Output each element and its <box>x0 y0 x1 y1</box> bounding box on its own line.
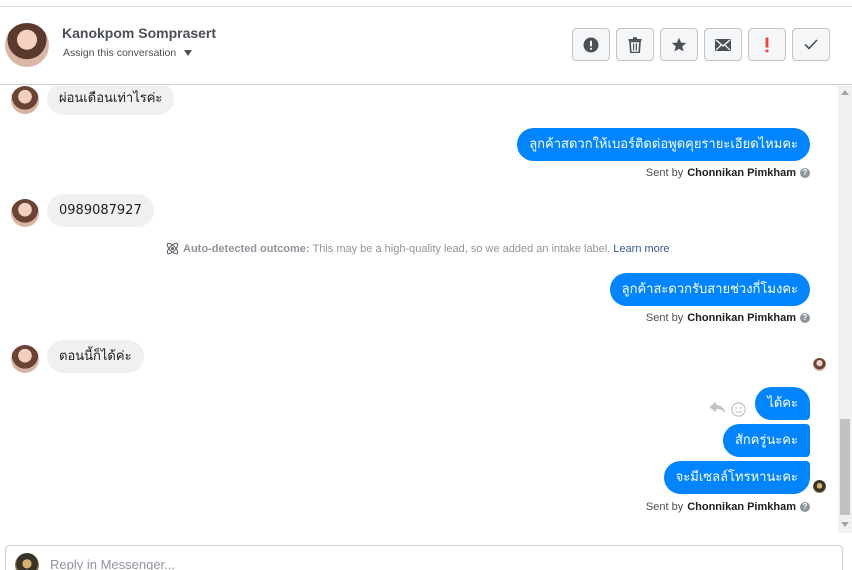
contact-message-avatar <box>11 345 39 373</box>
sent-by-prefix: Sent by <box>645 167 684 179</box>
caret-down-icon <box>184 50 193 56</box>
conversation-actions <box>572 28 830 61</box>
conversation-header: Kanokpom Somprasert Assign this conversa… <box>0 7 852 85</box>
outcome-text: This may be a high-quality lead, so we a… <box>312 242 611 255</box>
outgoing-message[interactable]: ลูกค้าสดวกให้เบอร์ติดต่อพูดคุยรายะเอียดไ… <box>517 128 810 161</box>
conversation-page: Kanokpom Somprasert Assign this conversa… <box>0 0 852 570</box>
delete-button[interactable] <box>616 28 654 61</box>
message-thread: ผ่อนเดือนเท่าไรค่ะ ลูกค้าสดวกให้เบอร์ติด… <box>0 86 838 538</box>
alert-circle-icon <box>583 37 599 52</box>
sent-by-label: Sent by Chonnikan Pimkham ? <box>646 312 810 324</box>
seen-avatar <box>813 358 826 371</box>
mark-spam-button[interactable] <box>572 28 610 61</box>
sent-by-agent: Chonnikan Pimkham <box>687 312 796 324</box>
reply-icon[interactable] <box>709 401 726 414</box>
contact-name[interactable]: Kanokpom Somprasert <box>62 25 216 41</box>
incoming-message[interactable]: ผ่อนเดือนเท่าไรค่ะ <box>47 86 175 115</box>
exclamation-icon <box>765 37 769 52</box>
outgoing-message[interactable]: สักครู่นะคะ <box>722 424 810 457</box>
reply-input[interactable] <box>50 557 750 570</box>
sent-by-agent: Chonnikan Pimkham <box>687 167 796 179</box>
auto-detected-outcome: Auto-detected outcome: This may be a hig… <box>165 241 670 256</box>
trash-icon <box>628 36 642 53</box>
assign-label: Assign this conversation <box>63 47 177 59</box>
emoji-reaction-icon[interactable] <box>731 402 746 417</box>
sent-by-prefix: Sent by <box>645 312 684 324</box>
assign-conversation-dropdown[interactable]: Assign this conversation <box>63 47 193 59</box>
outgoing-message[interactable]: จะมีเซลล์โทรหานะคะ <box>663 461 810 494</box>
sent-by-agent: Chonnikan Pimkham <box>687 501 796 513</box>
scrollbar-thumb[interactable] <box>840 419 850 515</box>
outgoing-message[interactable]: ได้คะ <box>755 387 810 420</box>
scroll-down-arrow-icon[interactable] <box>841 522 849 527</box>
help-icon[interactable]: ? <box>800 313 810 323</box>
envelope-icon <box>715 38 731 51</box>
scroll-up-arrow-icon[interactable] <box>841 90 849 95</box>
help-icon[interactable]: ? <box>800 168 810 178</box>
star-icon <box>671 37 687 51</box>
learn-more-link[interactable]: Learn more <box>613 243 669 255</box>
mark-done-button[interactable] <box>792 28 830 61</box>
thread-scrollbar[interactable] <box>838 86 852 533</box>
contact-avatar[interactable] <box>5 23 49 67</box>
outcome-label: Auto-detected outcome: <box>183 242 310 255</box>
check-icon <box>804 39 818 50</box>
outgoing-message[interactable]: ลูกค้าสะดวกรับสายช่วงกี่โมงคะ <box>609 273 810 306</box>
reply-composer <box>5 545 843 570</box>
contact-message-avatar <box>11 199 39 227</box>
incoming-message[interactable]: ตอนนี้ก็ได้ค่ะ <box>47 340 144 373</box>
atom-icon <box>166 242 179 255</box>
sent-by-label: Sent by Chonnikan Pimkham ? <box>646 501 810 513</box>
seen-avatar <box>813 480 826 493</box>
mark-unread-button[interactable] <box>704 28 742 61</box>
follow-up-button[interactable] <box>748 28 786 61</box>
contact-message-avatar <box>11 86 39 114</box>
star-button[interactable] <box>660 28 698 61</box>
sent-by-label: Sent by Chonnikan Pimkham ? <box>646 167 810 179</box>
help-icon[interactable]: ? <box>800 502 810 512</box>
sent-by-prefix: Sent by <box>645 501 684 513</box>
page-avatar <box>15 553 39 570</box>
incoming-message[interactable]: 0989087927 <box>47 194 154 227</box>
